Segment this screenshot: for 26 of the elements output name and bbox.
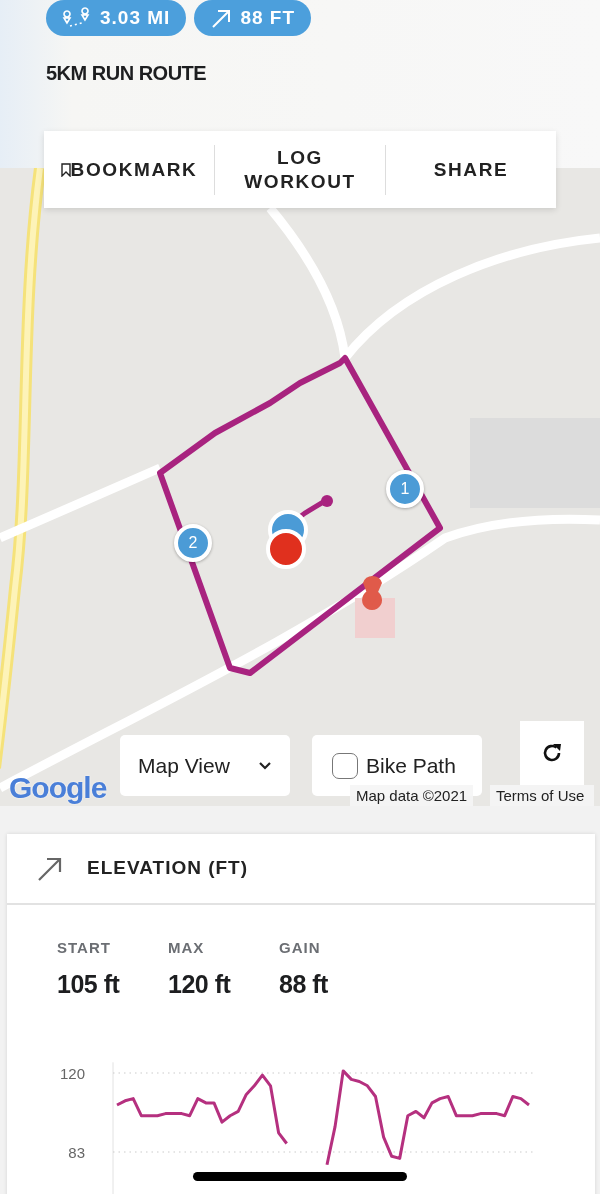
action-button[interactable]: BOOKMARK bbox=[44, 157, 214, 182]
stat-label: START bbox=[57, 938, 112, 958]
chevron-down-icon bbox=[258, 761, 272, 770]
bike-path-checkbox[interactable] bbox=[332, 752, 358, 779]
action-button[interactable]: SHARE bbox=[386, 157, 556, 182]
refresh-button[interactable] bbox=[520, 721, 584, 785]
stat-value: 120 ft bbox=[168, 968, 232, 1000]
route-title: 5KM RUN ROUTE bbox=[46, 61, 207, 86]
axis-label: 120 bbox=[59, 1065, 85, 1082]
stat-value: 88 ft bbox=[279, 968, 329, 1000]
stat-pill: 3.03 MI bbox=[46, 0, 187, 36]
stat-label: MAX bbox=[168, 938, 206, 958]
axis-label: 83 bbox=[68, 1144, 85, 1161]
section-title: ELEVATION (FT) bbox=[87, 856, 249, 881]
arrow-up-right-icon bbox=[210, 7, 233, 29]
bookmark-icon bbox=[60, 162, 71, 177]
route-pins-icon bbox=[62, 7, 92, 29]
stat-value: 105 ft bbox=[57, 968, 121, 1000]
stat-pill: 88 FT bbox=[194, 0, 311, 36]
arrow-up-right-icon bbox=[37, 855, 63, 882]
action-button[interactable]: LOG WORKOUT bbox=[215, 145, 385, 194]
map-attribution: Map data ©2021 bbox=[350, 785, 474, 806]
map-view-select[interactable]: Map View bbox=[120, 735, 290, 796]
terms-link[interactable]: Terms of Use bbox=[490, 785, 595, 806]
map-logo: Google bbox=[9, 770, 107, 806]
stat-label: GAIN bbox=[279, 938, 322, 958]
